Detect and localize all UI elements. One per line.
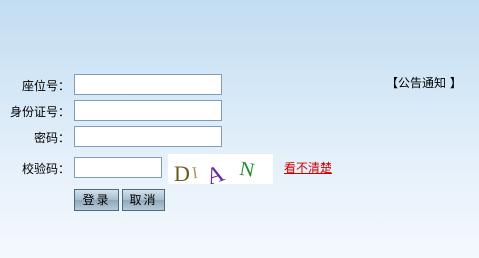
refresh-captcha-link[interactable]: 看不清楚 [284, 161, 332, 175]
id-number-label: 身份证号： [9, 105, 70, 119]
captcha-char-1: D [174, 161, 190, 184]
id-number-input[interactable] [74, 100, 222, 121]
login-button[interactable]: 登录 [74, 189, 119, 211]
notice-link[interactable]: 【公告通知 】 [386, 76, 462, 90]
password-label: 密码： [33, 131, 70, 145]
cancel-button[interactable]: 取消 [122, 189, 165, 211]
seat-number-input[interactable] [74, 74, 222, 95]
seat-number-label: 座位号： [21, 79, 70, 93]
captcha-input[interactable] [74, 157, 162, 178]
captcha-label: 校验码： [21, 162, 70, 176]
captcha-image[interactable]: D I A N [168, 154, 273, 184]
password-input[interactable] [74, 126, 222, 147]
